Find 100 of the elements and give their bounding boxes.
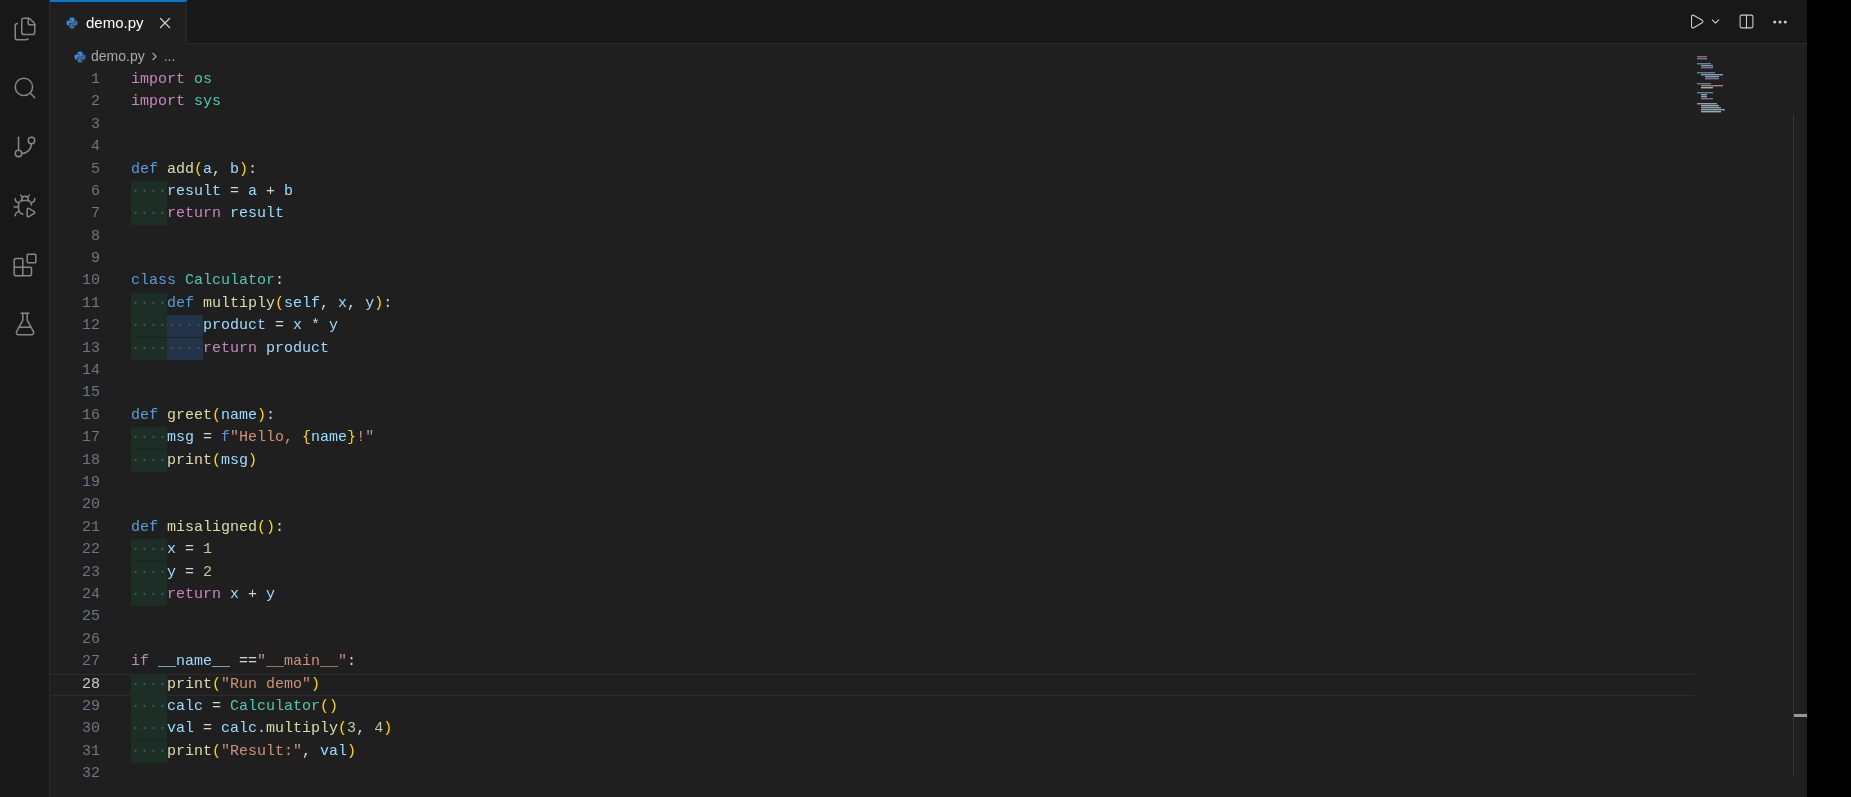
line-number: 11	[81, 293, 100, 314]
code-token: (	[212, 741, 222, 762]
code-token: !"	[356, 428, 375, 449]
code-token: sys	[193, 92, 222, 113]
code-token: b	[230, 159, 240, 180]
code-token: return	[167, 204, 222, 225]
code-token: product	[203, 316, 267, 337]
blocks-icon[interactable]	[11, 252, 38, 278]
code-token: import	[131, 92, 185, 113]
code-token: add	[166, 159, 195, 180]
line-number: 22	[81, 540, 100, 561]
code-token: def	[167, 293, 195, 314]
code-token: x	[293, 316, 303, 337]
code-token: (	[275, 293, 285, 314]
indent-guide: ····	[167, 337, 204, 360]
line-number: 21	[81, 517, 100, 538]
code-token: (	[212, 450, 222, 471]
line-number: 3	[90, 114, 100, 135]
split-editor-icon[interactable]	[1738, 13, 1755, 30]
code-token: def	[131, 517, 158, 538]
minimap-drawing[interactable]	[1697, 56, 1727, 114]
branch-icon[interactable]	[11, 134, 38, 160]
code-token: import	[131, 69, 185, 90]
line-number: 27	[81, 652, 100, 673]
line-number: 2	[90, 92, 100, 113]
code-token: "Result:"	[221, 741, 303, 762]
code-token: =	[274, 316, 286, 337]
code-token: print	[167, 450, 213, 471]
python-icon	[74, 50, 86, 63]
code-token: product	[265, 338, 330, 359]
python-icon	[66, 17, 78, 29]
code-token: 3	[347, 719, 357, 740]
indent-guide: ····	[131, 315, 167, 338]
code-token: multiply	[266, 719, 339, 740]
code-token: def	[131, 159, 158, 180]
indent-guide: ····	[131, 583, 167, 606]
code-token: )	[374, 293, 384, 314]
code-token: )	[239, 159, 249, 180]
code-token: Calculator	[184, 271, 276, 292]
code-token: ==	[238, 652, 258, 673]
indent-guide: ····	[131, 695, 167, 718]
line-number: 7	[90, 204, 100, 225]
breadcrumb-item[interactable]: demo.py	[91, 46, 145, 67]
bug-play-icon[interactable]	[11, 193, 38, 219]
code-token: :	[266, 405, 276, 426]
code-token: ,	[212, 159, 223, 180]
files-icon[interactable]	[11, 16, 38, 42]
code-token: 1	[203, 540, 213, 561]
code-token: y	[167, 562, 177, 583]
code-token: =	[211, 696, 223, 717]
code-token: if	[131, 652, 149, 673]
code-token: (	[338, 719, 348, 740]
code-token: )	[248, 450, 258, 471]
code-token: name	[311, 428, 348, 449]
line-number: 8	[90, 226, 100, 247]
indent-guide: ····	[131, 673, 167, 696]
code-token: 2	[203, 562, 213, 583]
code-token: "__main__"	[257, 652, 348, 673]
code-token: print	[167, 674, 213, 695]
code-token: +	[265, 181, 277, 202]
editor-tab[interactable]: demo.py	[50, 0, 187, 44]
code-token: self	[284, 293, 321, 314]
code-token: )	[347, 741, 357, 762]
code-token: greet	[166, 405, 213, 426]
code-token: =	[184, 540, 196, 561]
code-token: 4	[374, 719, 384, 740]
scrollbar-track[interactable]	[1793, 114, 1807, 776]
line-number: 13	[81, 338, 100, 359]
line-number: 12	[81, 316, 100, 337]
cursor-position-marker	[1794, 714, 1807, 717]
code-token: a	[248, 181, 258, 202]
code-token: (	[194, 159, 204, 180]
line-number: 15	[81, 383, 100, 404]
line-number: 30	[81, 719, 100, 740]
code-token: )	[311, 674, 321, 695]
indent-guide: ····	[131, 561, 167, 584]
code-token: }	[347, 428, 357, 449]
code-token: ,	[356, 719, 367, 740]
code-token: "Hello,	[230, 428, 295, 449]
code-token: os	[193, 69, 213, 90]
code-token: print	[167, 741, 213, 762]
code-token: multiply	[202, 293, 276, 314]
indent-guide: ····	[131, 740, 167, 763]
line-number: 10	[81, 271, 100, 292]
code-token: val	[320, 741, 348, 762]
code-token: msg	[221, 450, 249, 471]
code-token: =	[229, 181, 241, 202]
line-number: 14	[81, 361, 100, 382]
line-number: 6	[90, 181, 100, 202]
code-token: :	[347, 652, 357, 673]
breadcrumb-item[interactable]: ...	[163, 46, 176, 67]
line-number: 32	[81, 764, 100, 785]
indent-guide: ····	[131, 337, 167, 360]
code-token: y	[266, 584, 276, 605]
code-token: x	[167, 540, 177, 561]
code-token: ,	[320, 293, 331, 314]
run-icon[interactable]	[1688, 13, 1705, 30]
indent-guide: ····	[131, 449, 167, 472]
code-token: *	[310, 316, 322, 337]
code-token: msg	[167, 428, 195, 449]
